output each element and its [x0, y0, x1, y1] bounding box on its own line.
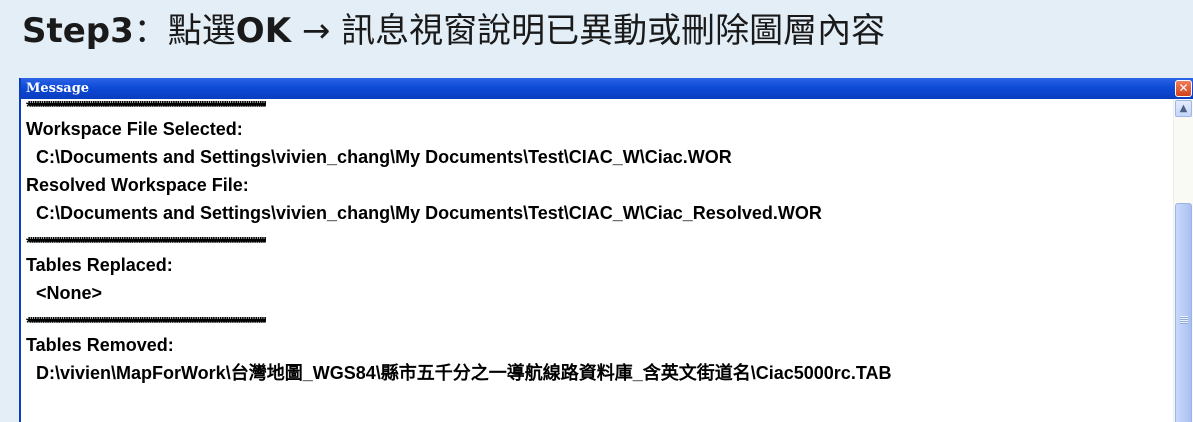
window-titlebar[interactable]: Message ✕ — [21, 78, 1193, 99]
separator-line: ****************************************… — [26, 316, 267, 330]
tables-removed-label: Tables Removed: — [26, 335, 174, 355]
slide-title-rest: → 訊息視窗說明已異動或刪除圖層內容 — [291, 11, 886, 51]
separator-line: ****************************************… — [26, 236, 267, 250]
slide-title-colon: ：點選 — [133, 11, 236, 51]
scroll-up-button[interactable]: ▲ — [1175, 100, 1192, 117]
separator-line: ****************************************… — [26, 100, 267, 114]
close-button[interactable]: ✕ — [1175, 80, 1192, 97]
workspace-file-label: Workspace File Selected: — [26, 119, 243, 139]
message-content: ****************************************… — [21, 99, 1173, 422]
resolved-workspace-label: Resolved Workspace File: — [26, 175, 249, 195]
tables-replaced-value: <None> — [36, 283, 103, 303]
window-title: Message — [26, 81, 90, 96]
grip-icon — [1180, 316, 1188, 324]
slide-title-step: Step3 — [22, 11, 134, 51]
slide-title-ok: OK — [235, 11, 292, 51]
chevron-up-icon: ▲ — [1179, 103, 1188, 114]
slide-title: Step3：點選OK → 訊息視窗說明已異動或刪除圖層內容 — [22, 6, 885, 56]
tables-replaced-label: Tables Replaced: — [26, 255, 173, 275]
resolved-workspace-path: C:\Documents and Settings\vivien_chang\M… — [36, 203, 822, 223]
scroll-thumb[interactable] — [1175, 203, 1192, 422]
vertical-scrollbar[interactable]: ▲ — [1173, 99, 1193, 422]
tables-removed-path: D:\vivien\MapForWork\台灣地圖_WGS84\縣市五千分之一導… — [36, 363, 892, 383]
close-icon: ✕ — [1178, 81, 1189, 95]
workspace-file-path: C:\Documents and Settings\vivien_chang\M… — [36, 147, 732, 167]
message-window: Message ✕ ******************************… — [19, 78, 1193, 422]
